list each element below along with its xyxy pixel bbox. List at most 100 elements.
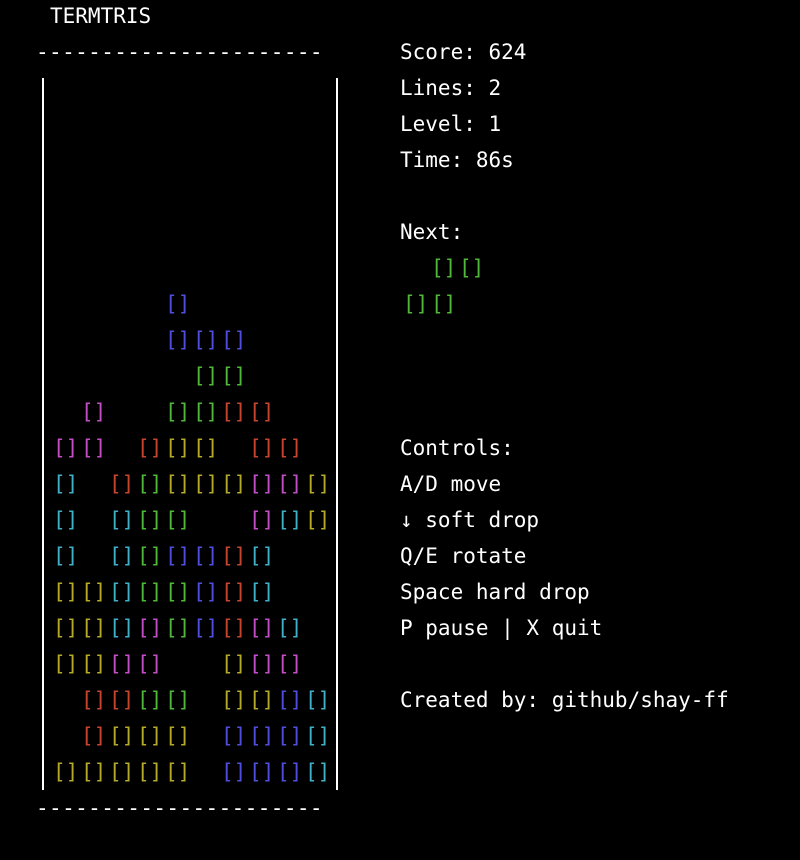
control-rotate: Q/E rotate bbox=[400, 544, 527, 568]
board-block: [] bbox=[221, 652, 247, 676]
board-block: [] bbox=[109, 652, 135, 676]
board-block: [] bbox=[305, 760, 331, 784]
next-piece-block: [] bbox=[431, 256, 457, 280]
board-block: [] bbox=[165, 544, 191, 568]
board-block: [] bbox=[221, 400, 247, 424]
board-block: [] bbox=[165, 616, 191, 640]
board-block: [] bbox=[277, 616, 303, 640]
board-block: [] bbox=[109, 724, 135, 748]
board-block: [] bbox=[221, 688, 247, 712]
board-bottom-border: ---------------------- bbox=[36, 796, 323, 820]
board-block: [] bbox=[249, 400, 275, 424]
board-block: [] bbox=[165, 508, 191, 532]
board-block: [] bbox=[53, 508, 79, 532]
board-block: [] bbox=[193, 328, 219, 352]
credit-line: Created by: github/shay-ff bbox=[400, 688, 729, 712]
board-block: [] bbox=[137, 616, 163, 640]
board-block: [] bbox=[277, 760, 303, 784]
board-block: [] bbox=[53, 472, 79, 496]
board-right-wall bbox=[336, 78, 338, 790]
board-block: [] bbox=[277, 688, 303, 712]
board-block: [] bbox=[221, 760, 247, 784]
board-block: [] bbox=[277, 436, 303, 460]
board-block: [] bbox=[137, 580, 163, 604]
board-left-wall bbox=[42, 78, 44, 790]
board-block: [] bbox=[193, 400, 219, 424]
board-block: [] bbox=[137, 760, 163, 784]
board-block: [] bbox=[137, 688, 163, 712]
board-block: [] bbox=[137, 472, 163, 496]
control-move: A/D move bbox=[400, 472, 502, 496]
board-block: [] bbox=[305, 472, 331, 496]
board-block: [] bbox=[249, 472, 275, 496]
board-block: [] bbox=[109, 472, 135, 496]
board-block: [] bbox=[249, 652, 275, 676]
board-block: [] bbox=[165, 724, 191, 748]
board-block: [] bbox=[81, 616, 107, 640]
next-label: Next: bbox=[400, 220, 464, 244]
control-hard-drop: Space hard drop bbox=[400, 580, 590, 604]
board-block: [] bbox=[221, 364, 247, 388]
board-block: [] bbox=[221, 472, 247, 496]
board-block: [] bbox=[305, 724, 331, 748]
board-block: [] bbox=[221, 580, 247, 604]
board-block: [] bbox=[109, 508, 135, 532]
control-pause-quit: P pause | X quit bbox=[400, 616, 603, 640]
board-block: [] bbox=[137, 508, 163, 532]
board-block: [] bbox=[165, 436, 191, 460]
board-block: [] bbox=[165, 580, 191, 604]
board-block: [] bbox=[109, 616, 135, 640]
board-block: [] bbox=[249, 508, 275, 532]
board-block: [] bbox=[109, 688, 135, 712]
board-block: [] bbox=[249, 616, 275, 640]
board-block: [] bbox=[81, 760, 107, 784]
board-block: [] bbox=[305, 508, 331, 532]
next-piece-block: [] bbox=[431, 292, 457, 316]
board-block: [] bbox=[221, 724, 247, 748]
board-block: [] bbox=[249, 436, 275, 460]
board-block: [] bbox=[193, 544, 219, 568]
board-block: [] bbox=[81, 724, 107, 748]
controls-label: Controls: bbox=[400, 436, 514, 460]
board-block: [] bbox=[193, 580, 219, 604]
board-block: [] bbox=[53, 436, 79, 460]
board-block: [] bbox=[109, 544, 135, 568]
board-block: [] bbox=[249, 724, 275, 748]
board-block: [] bbox=[81, 436, 107, 460]
board-block: [] bbox=[277, 472, 303, 496]
lines-readout: Lines: 2 bbox=[400, 76, 502, 100]
board-block: [] bbox=[137, 724, 163, 748]
board-block: [] bbox=[53, 760, 79, 784]
board-block: [] bbox=[277, 724, 303, 748]
board-block: [] bbox=[165, 328, 191, 352]
board-block: [] bbox=[53, 616, 79, 640]
board-block: [] bbox=[305, 688, 331, 712]
board-block: [] bbox=[221, 544, 247, 568]
control-soft-drop: ↓ soft drop bbox=[400, 508, 540, 532]
board-block: [] bbox=[165, 400, 191, 424]
board-block: [] bbox=[81, 400, 107, 424]
board-block: [] bbox=[249, 544, 275, 568]
board-block: [] bbox=[109, 580, 135, 604]
board-block: [] bbox=[53, 544, 79, 568]
game-title: TERMTRIS bbox=[50, 4, 152, 28]
board-block: [] bbox=[81, 580, 107, 604]
board-block: [] bbox=[165, 472, 191, 496]
board-block: [] bbox=[137, 544, 163, 568]
board-block: [] bbox=[165, 292, 191, 316]
board-block: [] bbox=[277, 652, 303, 676]
board-block: [] bbox=[249, 580, 275, 604]
board-block: [] bbox=[249, 760, 275, 784]
board-block: [] bbox=[277, 508, 303, 532]
board-top-border: ---------------------- bbox=[36, 40, 323, 64]
board-block: [] bbox=[137, 436, 163, 460]
board-block: [] bbox=[53, 580, 79, 604]
board-block: [] bbox=[193, 436, 219, 460]
board-block: [] bbox=[165, 760, 191, 784]
time-readout: Time: 86s bbox=[400, 148, 514, 172]
board-block: [] bbox=[193, 616, 219, 640]
next-piece-block: [] bbox=[459, 256, 485, 280]
board-block: [] bbox=[137, 652, 163, 676]
board-block: [] bbox=[109, 760, 135, 784]
board-block: [] bbox=[81, 652, 107, 676]
